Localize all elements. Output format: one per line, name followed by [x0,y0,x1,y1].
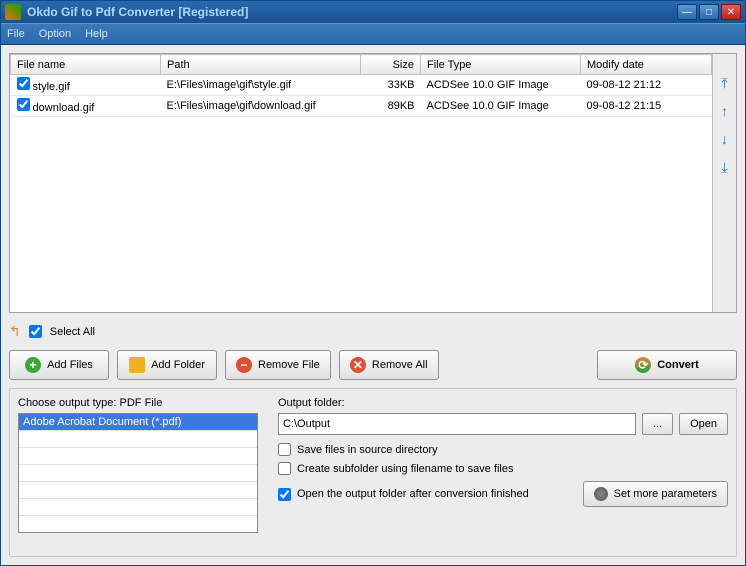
menubar: File Option Help [1,23,745,45]
col-date[interactable]: Modify date [581,55,712,75]
app-logo-icon [5,4,21,20]
row-checkbox[interactable] [17,77,30,90]
minimize-button[interactable]: — [677,4,697,20]
subfolder-label: Create subfolder using filename to save … [297,463,513,475]
output-type-list[interactable]: Adobe Acrobat Document (*.pdf) [18,413,258,533]
browse-button[interactable]: ... [642,413,673,435]
open-folder-button[interactable]: Open [679,413,728,435]
row-checkbox[interactable] [17,98,30,111]
x-icon: ✕ [350,357,366,373]
table-row[interactable]: download.gifE:\Files\image\gif\download.… [11,96,712,117]
output-folder-label: Output folder: [278,397,728,409]
menu-file[interactable]: File [7,28,25,40]
save-source-checkbox[interactable] [278,443,291,456]
save-source-label: Save files in source directory [297,444,438,456]
output-type-label: Choose output type: PDF File [18,397,258,409]
window-title: Okdo Gif to Pdf Converter [Registered] [27,5,677,19]
select-all-label: Select All [50,326,95,338]
titlebar: Okdo Gif to Pdf Converter [Registered] —… [1,1,745,23]
move-bottom-button[interactable]: ⤓ [716,158,734,176]
remove-file-button[interactable]: − Remove File [225,350,331,380]
folder-icon [129,357,145,373]
reorder-buttons: ⤒ ↑ ↓ ⤓ [712,54,736,312]
plus-icon: + [25,357,41,373]
menu-help[interactable]: Help [85,28,108,40]
minus-icon: − [236,357,252,373]
table-row[interactable]: style.gifE:\Files\image\gif\style.gif33K… [11,75,712,96]
close-button[interactable]: ✕ [721,4,741,20]
open-after-checkbox[interactable] [278,488,291,501]
move-top-button[interactable]: ⤒ [716,74,734,92]
col-type[interactable]: File Type [421,55,581,75]
col-size[interactable]: Size [361,55,421,75]
add-folder-button[interactable]: Add Folder [117,350,217,380]
select-all-checkbox[interactable] [29,325,42,338]
add-files-button[interactable]: + Add Files [9,350,109,380]
file-list-panel: File name Path Size File Type Modify dat… [9,53,737,313]
subfolder-checkbox[interactable] [278,462,291,475]
up-folder-icon[interactable]: ↰ [9,323,21,340]
menu-option[interactable]: Option [39,28,71,40]
maximize-button[interactable]: □ [699,4,719,20]
col-filename[interactable]: File name [11,55,161,75]
more-parameters-button[interactable]: Set more parameters [583,481,728,507]
output-type-item[interactable]: Adobe Acrobat Document (*.pdf) [19,414,257,431]
open-after-label: Open the output folder after conversion … [297,488,529,500]
col-path[interactable]: Path [161,55,361,75]
output-folder-input[interactable] [278,413,636,435]
convert-button[interactable]: ⟳ Convert [597,350,737,380]
remove-all-button[interactable]: ✕ Remove All [339,350,439,380]
move-up-button[interactable]: ↑ [716,102,734,120]
move-down-button[interactable]: ↓ [716,130,734,148]
gear-icon [594,487,608,501]
convert-icon: ⟳ [635,357,651,373]
